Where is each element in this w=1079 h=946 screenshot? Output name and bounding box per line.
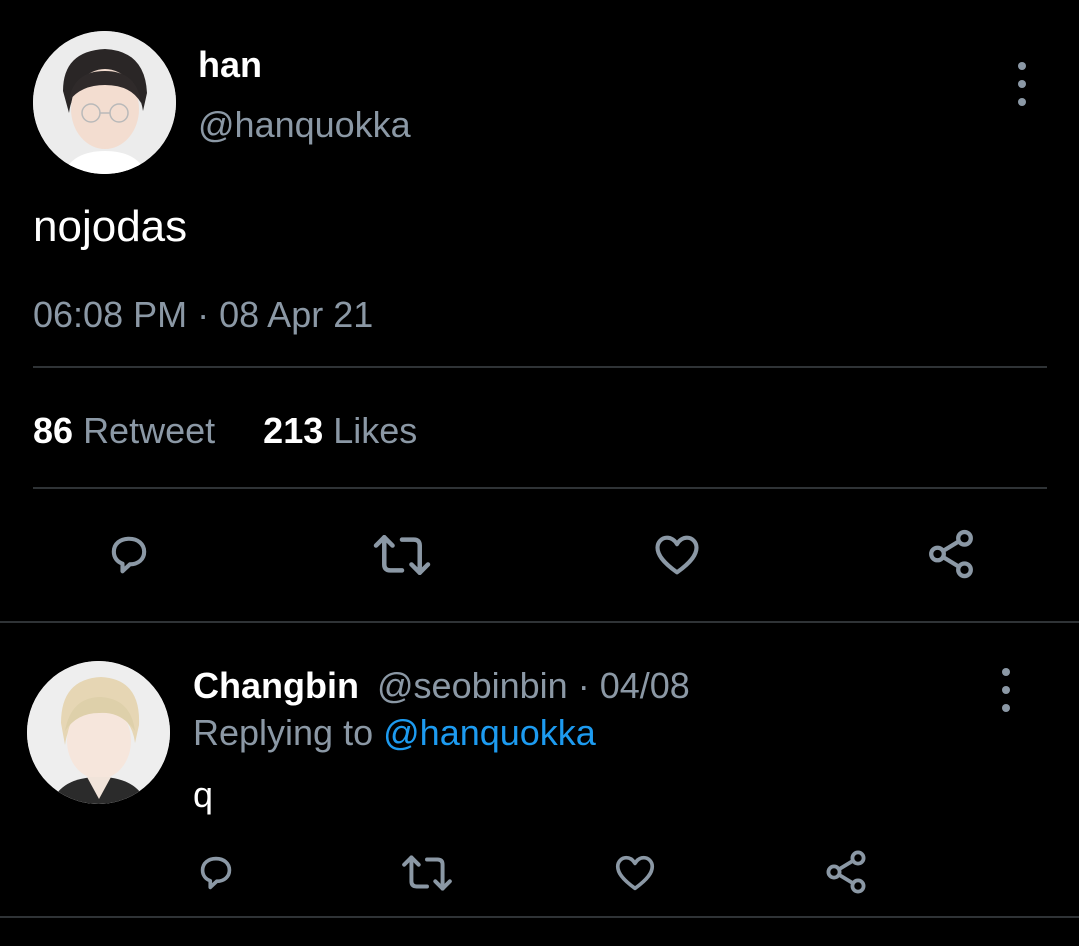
divider <box>33 487 1047 489</box>
retweet-icon[interactable] <box>371 529 433 581</box>
reply-author-avatar[interactable] <box>27 661 170 804</box>
tweet-date: 08 Apr 21 <box>219 294 374 335</box>
replying-handle-link[interactable]: @hanquokka <box>383 712 596 753</box>
share-icon[interactable] <box>822 848 870 896</box>
replying-prefix: Replying to <box>193 712 374 753</box>
retweet-count: 86 <box>33 410 74 451</box>
section-divider <box>0 621 1079 623</box>
engagement-stats: 86 Retweet 213 Likes <box>33 410 417 452</box>
author-name[interactable]: han <box>198 44 262 86</box>
retweet-stat[interactable]: 86 Retweet <box>33 410 225 451</box>
more-icon[interactable] <box>1015 62 1029 106</box>
reply-text: q <box>193 774 214 815</box>
heart-icon[interactable] <box>612 850 658 896</box>
timestamp-separator: · <box>197 294 210 335</box>
reply-separator: · <box>577 665 590 706</box>
section-divider <box>0 916 1079 918</box>
tweet-text: nojodas <box>33 202 188 251</box>
reply-icon[interactable] <box>103 529 155 581</box>
tweet-timestamp[interactable]: 06:08 PM · 08 Apr 21 <box>33 294 373 336</box>
reply-author-name[interactable]: Changbin <box>193 665 359 706</box>
likes-count: 213 <box>263 410 324 451</box>
likes-stat[interactable]: 213 Likes <box>263 410 417 451</box>
author-handle[interactable]: @hanquokka <box>198 104 411 146</box>
reply-date[interactable]: 04/08 <box>600 665 690 706</box>
retweet-icon[interactable] <box>400 850 454 896</box>
replying-to: Replying to @hanquokka <box>193 712 596 754</box>
tweet-time: 06:08 PM <box>33 294 188 335</box>
heart-icon[interactable] <box>651 529 703 581</box>
reply-author-handle[interactable]: @seobinbin <box>377 665 568 706</box>
retweet-label: Retweet <box>83 410 216 451</box>
likes-label: Likes <box>333 410 418 451</box>
divider <box>33 366 1047 368</box>
reply-icon[interactable] <box>193 850 239 896</box>
reply-header: Changbin @seobinbin · 04/08 <box>193 665 690 707</box>
more-icon[interactable] <box>999 668 1013 712</box>
share-icon[interactable] <box>924 527 978 581</box>
author-avatar[interactable] <box>33 31 176 174</box>
